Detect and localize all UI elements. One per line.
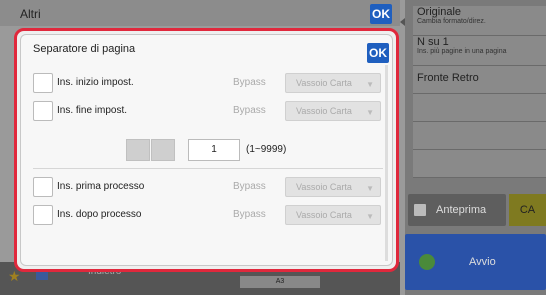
ins-prima-label: Ins. prima processo: [57, 181, 145, 192]
n-su-1-item[interactable]: N su 1 Ins. più pagine in una pagina: [413, 36, 546, 66]
quantity-range: (1~9999): [246, 144, 287, 155]
row-ins-prima: Ins. prima processo Bypass Vassoio Carta…: [33, 177, 383, 199]
top-bar: Altri OK: [0, 0, 400, 26]
originale-sublabel: Cambia formato/direz.: [417, 18, 486, 25]
dialog-title: Separatore di pagina: [33, 43, 136, 55]
originale-label: Originale: [417, 6, 462, 18]
page-separator-dialog: Separatore di pagina OK Ins. inizio impo…: [14, 28, 399, 272]
tray-select[interactable]: Vassoio Carta ▼: [285, 101, 381, 121]
tray-select[interactable]: Vassoio Carta ▼: [285, 177, 381, 197]
tray-select[interactable]: Vassoio Carta ▼: [285, 205, 381, 225]
chevron-down-icon: ▼: [366, 108, 374, 117]
bypass-label: Bypass: [233, 181, 266, 192]
tray-select-value: Vassoio Carta: [296, 106, 352, 116]
bypass-label: Bypass: [233, 77, 266, 88]
page-title: Altri: [20, 7, 41, 21]
fronte-retro-label: Fronte Retro: [417, 72, 479, 84]
preview-icon: [414, 204, 426, 216]
start-button[interactable]: Avvio: [405, 234, 546, 290]
row-ins-inizio: Ins. inizio impost. Bypass Vassoio Carta…: [33, 73, 383, 95]
row-ins-fine: Ins. fine impost. Bypass Vassoio Carta ▼: [33, 101, 383, 123]
row-ins-dopo: Ins. dopo processo Bypass Vassoio Carta …: [33, 205, 383, 227]
scrollbar[interactable]: [385, 65, 388, 261]
preview-label: Anteprima: [436, 204, 487, 216]
bypass-label: Bypass: [233, 105, 266, 116]
main-ok-button[interactable]: OK: [370, 4, 392, 24]
ca-button[interactable]: CA: [509, 194, 546, 226]
empty-item: [413, 150, 546, 178]
decrement-button[interactable]: [126, 139, 150, 161]
empty-item: [413, 122, 546, 150]
chevron-down-icon: ▼: [366, 184, 374, 193]
tray-select-value: Vassoio Carta: [296, 78, 352, 88]
tray-select[interactable]: Vassoio Carta ▼: [285, 73, 381, 93]
divider: [33, 168, 383, 169]
fronte-retro-item[interactable]: Fronte Retro: [413, 66, 546, 94]
ins-inizio-checkbox[interactable]: [33, 73, 53, 93]
n-su-1-sublabel: Ins. più pagine in una pagina: [417, 48, 507, 55]
bypass-label: Bypass: [233, 209, 266, 220]
preview-button[interactable]: Anteprima: [408, 194, 506, 226]
dialog-body: Separatore di pagina OK Ins. inizio impo…: [20, 34, 393, 266]
originale-item[interactable]: Originale Cambia formato/direz.: [413, 6, 546, 36]
ins-inizio-label: Ins. inizio impost.: [57, 77, 134, 88]
ins-dopo-label: Ins. dopo processo: [57, 209, 142, 220]
ins-dopo-checkbox[interactable]: [33, 205, 53, 225]
paper-size-indicator: A3: [240, 276, 320, 288]
ins-prima-checkbox[interactable]: [33, 177, 53, 197]
increment-button[interactable]: [151, 139, 175, 161]
empty-item: [413, 94, 546, 122]
ins-fine-checkbox[interactable]: [33, 101, 53, 121]
dialog-ok-button[interactable]: OK: [367, 43, 389, 63]
chevron-down-icon: ▼: [366, 80, 374, 89]
panel-arrow-icon: [400, 18, 405, 26]
chevron-down-icon: ▼: [366, 212, 374, 221]
start-label: Avvio: [469, 256, 496, 268]
n-su-1-label: N su 1: [417, 36, 449, 48]
quantity-field[interactable]: 1: [188, 139, 240, 161]
ins-fine-label: Ins. fine impost.: [57, 105, 128, 116]
tray-select-value: Vassoio Carta: [296, 182, 352, 192]
start-icon: [419, 254, 435, 270]
tray-select-value: Vassoio Carta: [296, 210, 352, 220]
